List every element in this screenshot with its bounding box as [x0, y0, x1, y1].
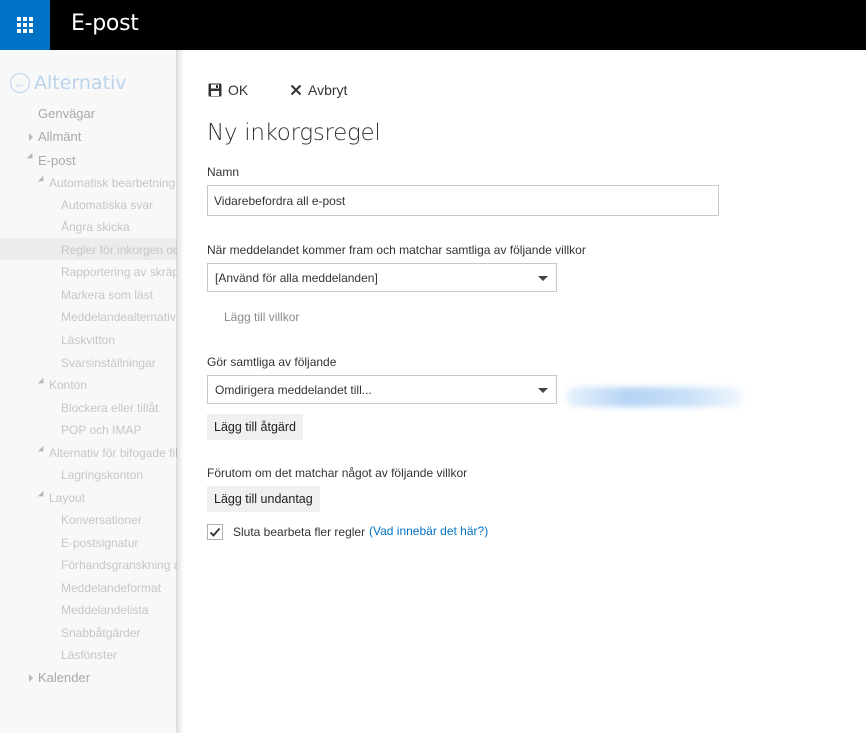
action-dropdown[interactable]: Omdirigera meddelandet till... [207, 375, 557, 404]
collapse-icon[interactable] [37, 490, 47, 500]
add-action-button[interactable]: Lägg till åtgärd [207, 414, 304, 440]
sidebar-item-laskvitton[interactable]: Läskvitton [61, 333, 115, 347]
action-label: Gör samtliga av följande [207, 355, 337, 369]
sidebar-item-svarsinstallningar[interactable]: Svarsinställningar [61, 356, 156, 370]
collapse-icon[interactable] [37, 175, 47, 185]
sidebar-item-epostsignatur[interactable]: E-postsignatur [61, 536, 138, 550]
chevron-down-icon [538, 276, 548, 281]
sidebar-item-konversationer[interactable]: Konversationer [61, 513, 142, 527]
close-icon [290, 84, 302, 96]
condition-label: När meddelandet kommer fram och matchar … [207, 243, 586, 257]
cancel-label: Avbryt [308, 82, 348, 98]
expand-icon[interactable] [29, 674, 33, 682]
collapse-icon[interactable] [37, 445, 47, 455]
sidebar-item-kalender[interactable]: Kalender [38, 670, 90, 685]
sidebar-item-blockera[interactable]: Blockera eller tillåt [61, 401, 158, 415]
sidebar-item-forhandsgranskning[interactable]: Förhandsgranskning av länkar [61, 558, 177, 572]
app-launcher-icon [17, 17, 33, 33]
action-dropdown-value: Omdirigera meddelandet till... [215, 382, 372, 397]
back-label: Alternativ [34, 72, 127, 94]
back-arrow-icon: ← [10, 73, 30, 93]
condition-dropdown[interactable]: [Använd för alla meddelanden] [207, 263, 557, 292]
name-label: Namn [207, 165, 240, 179]
stop-processing-label: Sluta bearbeta fler regler [233, 525, 366, 539]
save-icon [208, 83, 222, 97]
sidebar-item-meddelandelista[interactable]: Meddelandelista [61, 603, 148, 617]
sidebar-item-konton[interactable]: Konton [49, 378, 87, 392]
redirect-address-redacted[interactable] [567, 387, 743, 407]
chevron-down-icon [538, 388, 548, 393]
sidebar-item-rapportering[interactable]: Rapportering av skräppost [61, 265, 177, 279]
sidebar-item-lasfonster[interactable]: Läsfönster [61, 648, 117, 662]
app-launcher-button[interactable] [0, 0, 50, 50]
sidebar-item-snabbatgarder[interactable]: Snabbåtgärder [61, 626, 140, 640]
exception-label: Förutom om det matchar något av följande… [207, 466, 468, 480]
sidebar-item-regler-for-inkorgen[interactable]: Regler för inkorgen och rensning [61, 243, 177, 257]
sidebar-item-meddelandealternativ[interactable]: Meddelandealternativ [61, 310, 176, 324]
sidebar-item-allmant[interactable]: Allmänt [38, 129, 81, 144]
ok-label: OK [228, 82, 249, 98]
sidebar-item-automatiska-svar[interactable]: Automatiska svar [61, 198, 153, 212]
sidebar-item-epost[interactable]: E-post [38, 153, 76, 168]
stop-processing-checkbox[interactable] [207, 524, 223, 540]
help-link[interactable]: (Vad innebär det här?) [369, 524, 488, 538]
top-bar: E-post [0, 0, 866, 50]
checkmark-icon [209, 527, 221, 537]
sidebar-item-lagringskonton[interactable]: Lagringskonton [61, 468, 143, 482]
page-title: Ny inkorgsregel [207, 120, 381, 146]
rule-editor: OK Avbryt Ny inkorgsregel Namn När medde… [177, 50, 866, 733]
collapse-icon[interactable] [26, 152, 36, 162]
options-sidebar: ← Alternativ Genvägar Allmänt E-post Aut… [0, 50, 177, 733]
sidebar-item-genvagar[interactable]: Genvägar [38, 106, 95, 121]
sidebar-item-automatisk-bearbetning[interactable]: Automatisk bearbetning [49, 176, 175, 190]
rule-name-input[interactable] [207, 185, 719, 216]
back-to-options-button[interactable]: ← Alternativ [10, 72, 127, 94]
app-title: E-post [71, 11, 139, 36]
condition-dropdown-value: [Använd för alla meddelanden] [215, 270, 378, 285]
sidebar-item-meddelandeformat[interactable]: Meddelandeformat [61, 581, 161, 595]
sidebar-item-layout[interactable]: Layout [49, 491, 85, 505]
sidebar-item-markera-som-last[interactable]: Markera som läst [61, 288, 153, 302]
add-condition-link[interactable]: Lägg till villkor [224, 310, 299, 324]
add-exception-button[interactable]: Lägg till undantag [207, 486, 320, 512]
expand-icon[interactable] [29, 133, 33, 141]
cancel-button[interactable]: Avbryt [290, 82, 347, 98]
ok-button[interactable]: OK [208, 82, 248, 98]
sidebar-item-angra-skicka[interactable]: Ångra skicka [61, 220, 130, 234]
sidebar-item-bifogade-filer[interactable]: Alternativ för bifogade filer [49, 446, 177, 460]
collapse-icon[interactable] [37, 377, 47, 387]
sidebar-item-pop-imap[interactable]: POP och IMAP [61, 423, 141, 437]
